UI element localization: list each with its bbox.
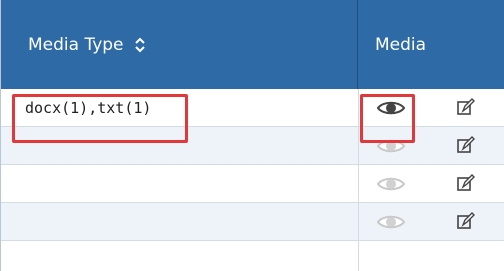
edit-icon[interactable]: [456, 174, 476, 194]
edit-icon[interactable]: [456, 212, 476, 232]
table-row: [1, 165, 504, 203]
media-header-label: Media: [375, 34, 427, 55]
highlight-box-media-type: [12, 94, 188, 143]
edit-icon[interactable]: [456, 136, 476, 156]
edit-icon[interactable]: [456, 98, 476, 118]
eye-icon[interactable]: [376, 175, 406, 193]
table-row: [1, 203, 504, 241]
table-header: Media Type Media: [1, 0, 504, 89]
column-header-media: Media: [359, 0, 504, 89]
column-header-media-type[interactable]: Media Type: [1, 0, 358, 89]
media-type-header-label: Media Type: [28, 34, 124, 55]
column-divider: [358, 89, 359, 271]
sort-icon[interactable]: [134, 36, 146, 54]
eye-icon[interactable]: [376, 213, 406, 231]
highlight-box-view: [360, 94, 415, 143]
